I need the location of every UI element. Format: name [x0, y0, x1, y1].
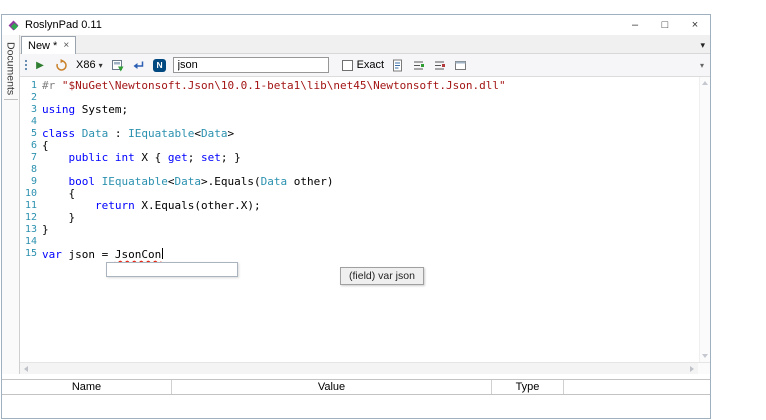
editor-column: New * × ▾ ▶ X86 ▾ N json Exact ▾ 1 2 3 4…: [20, 35, 710, 374]
scrollbar-corner: [698, 363, 710, 374]
code-editor: 1 2 3 4 5 6 7 8 9 10 11 12 13 14 15 #r "$NuGet\Newtons…: [20, 77, 710, 362]
console-toggle-button[interactable]: [452, 56, 468, 74]
line-number: 15: [24, 248, 37, 259]
exact-match-checkbox[interactable]: Exact: [341, 59, 385, 71]
vertical-scrollbar[interactable]: [699, 77, 710, 362]
scroll-left-icon[interactable]: [24, 365, 28, 372]
code-line[interactable]: }: [42, 224, 698, 236]
format-document-icon: [392, 59, 402, 71]
nuget-icon: N: [153, 58, 167, 72]
save-icon: [112, 59, 124, 71]
uncomment-icon: [434, 61, 445, 69]
line-number: 1: [30, 80, 37, 91]
code-line[interactable]: class Data : IEquatable<Data>: [42, 128, 698, 140]
column-header-filler: [564, 380, 710, 394]
line-number: 10: [24, 188, 37, 199]
line-number: 12: [24, 212, 37, 223]
open-document-button[interactable]: [131, 56, 147, 74]
restart-host-button[interactable]: [53, 56, 69, 74]
scroll-down-icon[interactable]: [702, 354, 708, 358]
line-number: 6: [30, 140, 37, 151]
nuget-search-input[interactable]: [172, 57, 329, 73]
code-line[interactable]: return X.Equals(other.X);: [42, 200, 698, 212]
format-document-button[interactable]: [389, 56, 405, 74]
restart-icon: [55, 58, 67, 71]
console-icon: [454, 60, 466, 70]
line-number: 8: [30, 164, 37, 175]
sidebar-tab-documents[interactable]: Documents: [3, 38, 18, 101]
return-arrow-icon: [133, 61, 144, 69]
window-controls: – □ ×: [620, 15, 710, 35]
titlebar: RoslynPad 0.11 – □ ×: [2, 15, 710, 35]
tab-bar: New * × ▾: [20, 35, 710, 54]
window-title: RoslynPad 0.11: [25, 19, 102, 31]
toolbar-overflow-icon[interactable]: ▾: [700, 61, 706, 70]
nuget-button[interactable]: N: [152, 56, 168, 74]
toolbar-grip[interactable]: [23, 58, 27, 72]
app-window: RoslynPad 0.11 – □ × Documents New * × ▾: [1, 14, 711, 419]
line-number: 11: [24, 200, 37, 211]
app-logo-icon: [7, 19, 20, 32]
horizontal-scrollbar[interactable]: [20, 362, 710, 374]
text-caret: [162, 248, 164, 259]
scroll-up-icon[interactable]: [702, 81, 708, 85]
line-number: 2: [30, 92, 37, 103]
column-header-name[interactable]: Name: [2, 380, 172, 394]
tab-label: New *: [28, 39, 58, 52]
tab-new[interactable]: New * ×: [21, 36, 77, 54]
code-line[interactable]: [42, 236, 698, 248]
line-number: 13: [24, 224, 37, 235]
tool-window-strip: Documents: [2, 35, 20, 374]
line-number: 9: [30, 176, 37, 187]
platform-dropdown[interactable]: X86 ▾: [74, 59, 105, 71]
code-line[interactable]: [42, 92, 698, 104]
chevron-down-icon: ▾: [98, 60, 103, 70]
comment-icon: [413, 61, 424, 69]
results-grid-header: Name Value Type: [2, 379, 710, 395]
column-header-type[interactable]: Type: [492, 380, 564, 394]
tab-close-icon[interactable]: ×: [63, 40, 69, 51]
column-header-value[interactable]: Value: [172, 380, 492, 394]
maximize-button[interactable]: □: [650, 15, 680, 35]
tab-list-menu-icon[interactable]: ▾: [700, 40, 710, 53]
line-number: 5: [30, 128, 37, 139]
gutter: 1 2 3 4 5 6 7 8 9 10 11 12 13 14 15: [20, 77, 40, 362]
line-number: 3: [30, 104, 37, 115]
completion-popup[interactable]: [106, 262, 238, 277]
save-button[interactable]: [110, 56, 126, 74]
run-button[interactable]: ▶: [32, 56, 48, 74]
close-button[interactable]: ×: [680, 15, 710, 35]
line-number: 7: [30, 152, 37, 163]
code-line[interactable]: }: [42, 212, 698, 224]
code-line[interactable]: bool IEquatable<Data>.Equals(Data other): [42, 176, 698, 188]
scroll-right-icon[interactable]: [690, 365, 694, 372]
code-area[interactable]: #r "$NuGet\Newtonsoft.Json\10.0.1-beta1\…: [42, 77, 698, 362]
uncomment-selection-button[interactable]: [431, 56, 447, 74]
results-grid-body[interactable]: [2, 395, 710, 418]
platform-label: X86: [76, 59, 96, 71]
minimize-button[interactable]: –: [620, 15, 650, 35]
code-line[interactable]: using System;: [42, 104, 698, 116]
code-line[interactable]: #r "$NuGet\Newtonsoft.Json\10.0.1-beta1\…: [42, 80, 698, 92]
line-number: 4: [30, 116, 37, 127]
quick-info-tooltip: (field) var json: [340, 267, 424, 285]
comment-selection-button[interactable]: [410, 56, 426, 74]
line-number: 14: [24, 236, 37, 247]
checkbox-icon[interactable]: [341, 59, 353, 71]
toolbar: ▶ X86 ▾ N json Exact ▾: [20, 54, 710, 77]
exact-label: Exact: [356, 59, 385, 71]
main-area: Documents New * × ▾ ▶ X86 ▾ N json Exact…: [2, 35, 710, 374]
code-line[interactable]: var json = JsonCon: [42, 248, 698, 261]
code-line[interactable]: public int X { get; set; }: [42, 152, 698, 164]
play-icon: ▶: [36, 59, 44, 71]
